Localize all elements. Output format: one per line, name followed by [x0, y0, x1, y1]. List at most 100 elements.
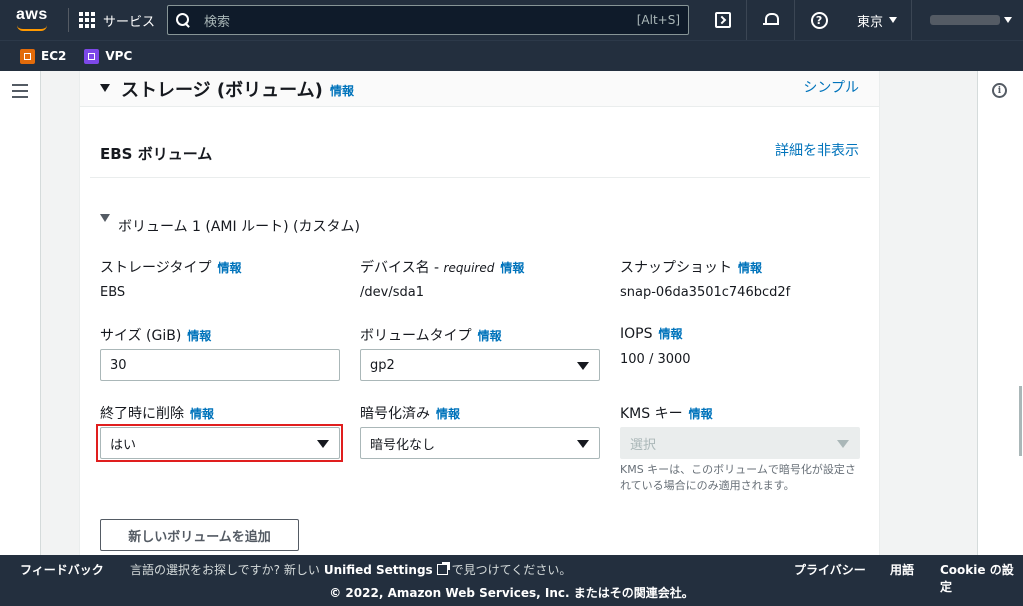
size-input-value: 30 — [110, 357, 127, 373]
unified-settings-link[interactable]: Unified Settings — [324, 563, 433, 577]
main-content: ストレージ (ボリューム) 情報 シンプル EBS ボリューム 詳細を非表示 ボ… — [41, 71, 977, 555]
favorite-label: VPC — [105, 49, 133, 63]
caret-down-icon — [577, 440, 589, 448]
volume-type-info-link[interactable]: 情報 — [478, 329, 502, 343]
vpc-icon — [84, 48, 100, 64]
volume-type-selected: gp2 — [370, 357, 395, 373]
caret-down-icon — [577, 362, 589, 370]
kms-key-placeholder: 選択 — [630, 437, 657, 453]
account-menu[interactable] — [930, 15, 1001, 25]
menu-icon[interactable] — [12, 84, 28, 98]
info-panel-icon[interactable]: i — [992, 83, 1007, 98]
encrypted-label: 暗号化済み 情報 — [360, 403, 460, 423]
caret-down-icon[interactable] — [100, 214, 110, 222]
top-navigation: aws サービス 検索 [Alt+S] ? 東京 — [0, 0, 1023, 40]
external-link-icon — [436, 562, 450, 575]
highlight-box — [96, 424, 343, 462]
nav-divider — [68, 8, 69, 32]
encryption-selected: 暗号化なし — [370, 437, 436, 453]
ebs-volumes-title: EBS ボリューム — [100, 145, 213, 163]
copyright: © 2022, Amazon Web Services, Inc. またはその関… — [329, 586, 694, 600]
device-name-label: デバイス名 - required 情報 — [360, 257, 524, 277]
language-suffix: で見つけてください。 — [451, 563, 572, 577]
favorites-bar: EC2 VPC — [0, 40, 1023, 71]
volume-type-label-text: ボリュームタイプ — [360, 328, 472, 344]
iops-info-link[interactable]: 情報 — [658, 327, 682, 341]
storage-section-title: ストレージ (ボリューム) — [121, 80, 323, 101]
kms-key-select: 選択 — [620, 427, 860, 459]
terminal-icon — [714, 12, 731, 28]
hide-details-link[interactable]: 詳細を非表示 — [775, 140, 859, 160]
encryption-select[interactable]: 暗号化なし — [360, 427, 600, 459]
aws-logo[interactable]: aws — [14, 0, 62, 40]
delete-on-termination-info-link[interactable]: 情報 — [190, 407, 214, 421]
bell-icon — [762, 12, 779, 28]
caret-down-icon[interactable] — [100, 84, 110, 92]
footer: フィードバック 言語の選択をお探しですか? 新しい Unified Settin… — [0, 555, 1023, 606]
delete-on-termination-label: 終了時に削除 情報 — [100, 403, 214, 423]
volume-1-title[interactable]: ボリューム 1 (AMI ルート) (カスタム) — [118, 216, 360, 236]
help-button[interactable]: ? — [795, 0, 843, 40]
size-input[interactable]: 30 — [100, 349, 340, 381]
snapshot-info-link[interactable]: 情報 — [738, 261, 762, 275]
language-prompt: 言語の選択をお探しですか? 新しい — [130, 563, 320, 577]
storage-panel: ストレージ (ボリューム) 情報 シンプル EBS ボリューム 詳細を非表示 ボ… — [79, 71, 880, 555]
delete-on-termination-label-text: 終了時に削除 — [100, 406, 184, 422]
left-side-rail — [0, 71, 41, 555]
caret-down-icon — [837, 440, 849, 448]
kms-key-hint: KMS キーは、このボリュームで暗号化が設定されている場合にのみ適用されます。 — [620, 463, 856, 492]
add-volume-button[interactable]: 新しいボリュームを追加 — [100, 519, 299, 551]
device-name-value: /dev/sda1 — [360, 285, 424, 300]
ec2-icon — [20, 48, 35, 64]
size-label: サイズ (GiB) 情報 — [100, 325, 211, 345]
search-placeholder: 検索 — [204, 14, 231, 30]
region-selector[interactable]: 東京 — [843, 0, 913, 40]
privacy-link[interactable]: プライバシー — [794, 561, 866, 578]
kms-key-label-text: KMS キー — [620, 406, 683, 422]
encrypted-info-link[interactable]: 情報 — [436, 407, 460, 421]
notifications-button[interactable] — [747, 0, 796, 40]
cloudshell-button[interactable] — [699, 0, 748, 40]
caret-down-icon — [889, 17, 898, 23]
size-label-text: サイズ (GiB) — [100, 328, 182, 344]
favorite-label: EC2 — [41, 49, 67, 63]
terms-link[interactable]: 用語 — [890, 561, 914, 578]
services-label: サービス — [103, 14, 156, 30]
storage-type-label: ストレージタイプ 情報 — [100, 257, 241, 277]
iops-value: 100 / 3000 — [620, 352, 691, 367]
aws-logo-text: aws — [16, 6, 48, 23]
divider — [90, 177, 870, 178]
region-label: 東京 — [857, 14, 884, 30]
services-menu-button[interactable]: サービス — [79, 11, 155, 30]
storage-info-link[interactable]: 情報 — [330, 82, 354, 99]
storage-section-header: ストレージ (ボリューム) 情報 シンプル — [80, 71, 879, 107]
storage-type-value: EBS — [100, 285, 126, 300]
required-marker: required — [443, 261, 495, 275]
search-shortcut: [Alt+S] — [636, 13, 681, 27]
grid-icon — [79, 12, 95, 28]
kms-key-label: KMS キー 情報 — [620, 403, 713, 423]
snapshot-label: スナップショット 情報 — [620, 257, 762, 277]
language-message: 言語の選択をお探しですか? 新しい Unified Settings で見つけて… — [130, 561, 571, 578]
favorite-ec2[interactable]: EC2 — [20, 48, 67, 64]
favorite-vpc[interactable]: VPC — [84, 48, 133, 64]
snapshot-label-text: スナップショット — [620, 260, 732, 276]
kms-key-info-link[interactable]: 情報 — [689, 407, 713, 421]
snapshot-value: snap-06da3501c746bcd2f — [620, 285, 791, 300]
iops-label: IOPS 情報 — [620, 325, 683, 342]
volume-type-label: ボリュームタイプ 情報 — [360, 325, 502, 345]
device-name-info-link[interactable]: 情報 — [500, 261, 524, 275]
volume-type-select[interactable]: gp2 — [360, 349, 600, 381]
device-name-label-text: デバイス名 - — [360, 260, 444, 276]
scrollbar-thumb[interactable] — [1019, 386, 1022, 456]
storage-type-info-link[interactable]: 情報 — [217, 261, 241, 275]
storage-type-label-text: ストレージタイプ — [100, 260, 212, 276]
simple-view-link[interactable]: シンプル — [803, 77, 859, 97]
size-info-link[interactable]: 情報 — [187, 329, 211, 343]
search-input[interactable]: 検索 [Alt+S] — [167, 5, 690, 35]
search-icon — [176, 13, 190, 27]
iops-label-text: IOPS — [620, 326, 653, 342]
right-side-rail: i — [977, 71, 1023, 555]
feedback-link[interactable]: フィードバック — [20, 561, 104, 578]
aws-smile-icon — [17, 25, 47, 31]
